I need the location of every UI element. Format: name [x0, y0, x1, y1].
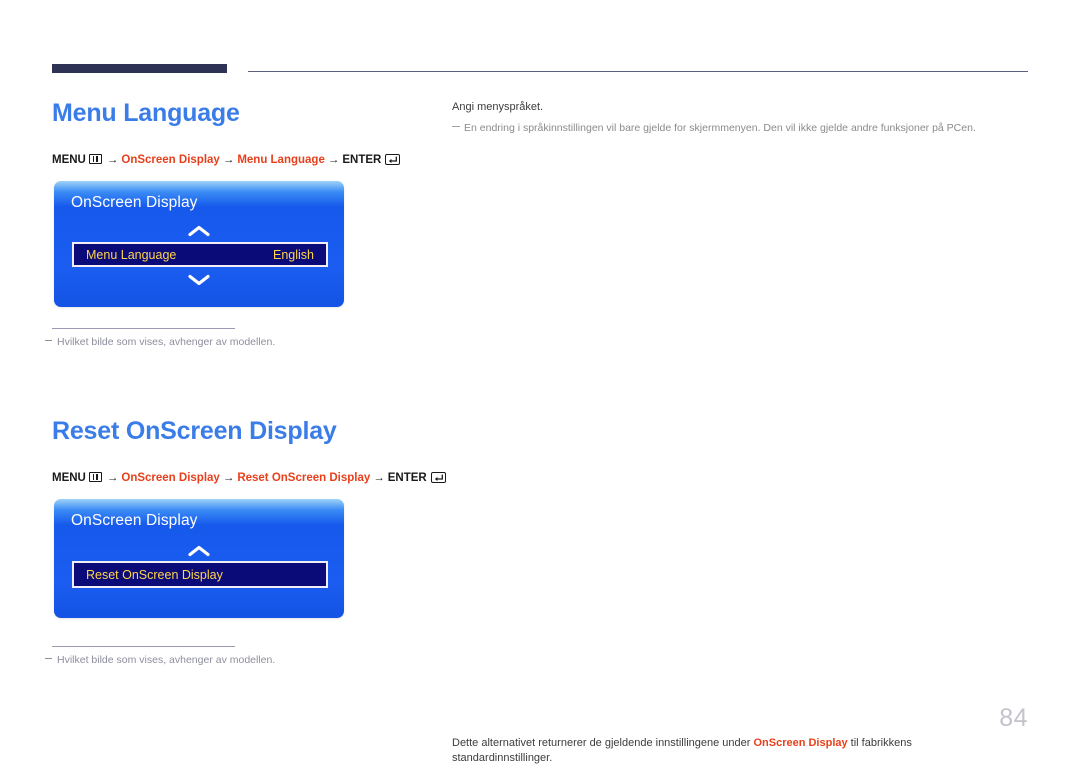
description-menu-language: Angi menyspråket. En endring i språkinns…: [452, 100, 1012, 136]
breadcrumb: MENU → OnScreen Display → Menu Language → ENTE…: [52, 153, 401, 167]
breadcrumb-item-onscreen-display[interactable]: OnScreen Display: [121, 472, 219, 484]
osd-row-label: Reset OnScreen Display: [86, 567, 223, 582]
breadcrumb: MENU → OnScreen Display → Reset OnScreen Dis…: [52, 471, 446, 485]
description-main-text: Dette alternativet returnerer de gjelden…: [452, 737, 912, 764]
rule-thick-bar: [52, 64, 227, 73]
breadcrumb-arrow: →: [106, 472, 119, 484]
enter-return-icon: [385, 153, 401, 165]
rule-thin-line: [248, 71, 1028, 72]
footnote-text: Hvilket bilde som vises, avhenger av mod…: [45, 336, 445, 348]
description-main-text: Angi menyspråket.: [452, 101, 544, 113]
chevron-down-icon[interactable]: [54, 274, 344, 286]
breadcrumb-menu-label: MENU: [52, 154, 86, 166]
breadcrumb-arrow: →: [222, 154, 235, 166]
page-number: 84: [999, 704, 1028, 732]
enter-return-icon: [430, 471, 446, 483]
breadcrumb-arrow: →: [327, 154, 340, 166]
breadcrumb-item-reset-onscreen-display[interactable]: Reset OnScreen Display: [237, 472, 370, 484]
footnote-dash-icon: [45, 658, 52, 659]
osd-panel-title: OnScreen Display: [71, 194, 198, 211]
chevron-up-icon[interactable]: [54, 225, 344, 237]
breadcrumb-menu-label: MENU: [52, 472, 86, 484]
page-top-rule: [52, 64, 1028, 73]
page-title: Reset OnScreen Display: [52, 417, 337, 445]
description-sub-text: En endring i språkinnstillingen vil bare…: [452, 121, 1012, 136]
chevron-up-icon[interactable]: [54, 545, 344, 557]
page-title: Menu Language: [52, 99, 240, 127]
breadcrumb-arrow: →: [373, 472, 385, 484]
footnote-block: Hvilket bilde som vises, avhenger av mod…: [45, 328, 445, 348]
breadcrumb-enter-label: ENTER: [342, 154, 382, 166]
osd-panel-menu-language: OnScreen Display Menu Language English: [54, 181, 344, 307]
footnote-text: Hvilket bilde som vises, avhenger av mod…: [45, 654, 445, 666]
osd-row-reset-onscreen-display[interactable]: Reset OnScreen Display: [72, 561, 328, 588]
menu-grid-icon: [88, 472, 102, 482]
breadcrumb-enter-label: ENTER: [387, 472, 427, 484]
description-highlight: OnScreen Display: [753, 737, 848, 749]
footnote-divider: [52, 328, 235, 329]
note-dash-icon: [452, 126, 460, 127]
description-reset-onscreen-display: Dette alternativet returnerer de gjelden…: [452, 736, 1012, 766]
footnote-dash-icon: [45, 340, 52, 341]
osd-panel-reset-onscreen-display: OnScreen Display Reset OnScreen Display: [54, 499, 344, 618]
osd-row-value: English: [273, 247, 314, 262]
menu-grid-icon: [88, 154, 102, 164]
osd-panel-title: OnScreen Display: [71, 512, 198, 529]
osd-row-label: Menu Language: [86, 247, 177, 262]
breadcrumb-arrow: →: [222, 472, 235, 484]
footnote-divider: [52, 646, 235, 647]
osd-row-menu-language[interactable]: Menu Language English: [72, 242, 328, 267]
breadcrumb-arrow: →: [106, 154, 119, 166]
breadcrumb-item-onscreen-display[interactable]: OnScreen Display: [121, 154, 219, 166]
footnote-block: Hvilket bilde som vises, avhenger av mod…: [45, 646, 445, 666]
breadcrumb-item-menu-language[interactable]: Menu Language: [237, 154, 325, 166]
